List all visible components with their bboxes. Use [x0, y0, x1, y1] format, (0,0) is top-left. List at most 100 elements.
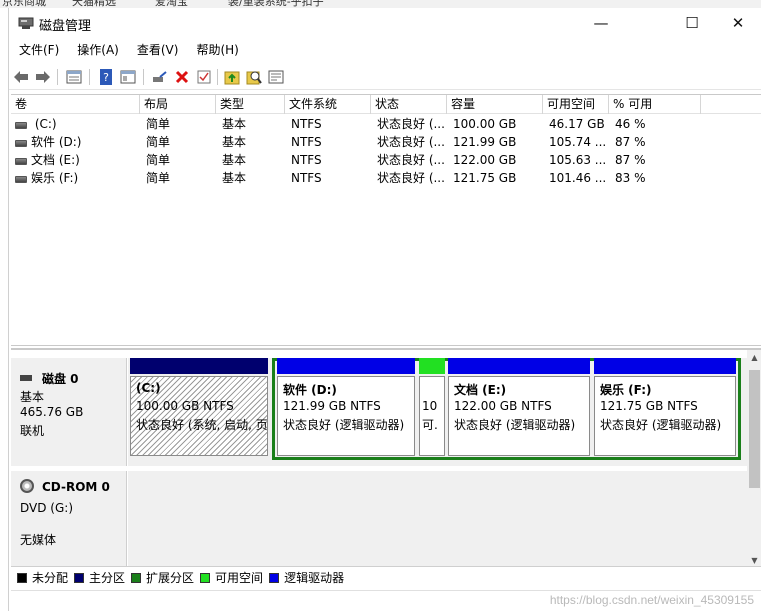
cdrom0-info[interactable]: CD-ROM 0 DVD (G:) 无媒体 — [11, 471, 127, 568]
connect-icon[interactable] — [151, 68, 169, 86]
volume-filesystem: NTFS — [291, 117, 322, 131]
disk-management-window: 磁盘管理 — ☐ ✕ 文件(F) 操作(A) 查看(V) 帮助(H) ? 卷 布… — [8, 8, 761, 611]
volume-free: 105.63 ... — [549, 153, 607, 167]
volume-filesystem: NTFS — [291, 135, 322, 149]
partition-size: 121.99 GB NTFS — [283, 399, 381, 413]
partition-free-space[interactable]: 10 可. — [419, 358, 445, 458]
volume-type: 基本 — [222, 171, 247, 185]
cdrom0-media: 无媒体 — [20, 533, 57, 547]
delete-icon[interactable] — [173, 68, 191, 86]
menu-file[interactable]: 文件(F) — [9, 40, 67, 60]
legend-swatch — [131, 572, 142, 583]
disk-map: 磁盘 0 基本 465.76 GB 联机 (C:) 100.00 GB NTFS… — [11, 348, 761, 568]
bookmark-tmall[interactable]: 天猫精选 — [72, 0, 116, 8]
list-view-icon[interactable] — [65, 68, 83, 86]
maximize-icon: ☐ — [685, 14, 699, 32]
volume-row[interactable]: 娱乐 (F:) 简单 基本 NTFS 状态良好 (... 121.75 GB 1… — [11, 169, 761, 187]
column-type[interactable]: 类型 — [216, 95, 285, 114]
close-button[interactable]: ✕ — [715, 8, 761, 38]
column-free-space[interactable]: 可用空间 — [543, 95, 609, 114]
title-bar[interactable]: 磁盘管理 — ☐ ✕ — [9, 8, 761, 38]
volume-capacity: 121.99 GB — [453, 135, 517, 149]
legend-swatch — [200, 572, 211, 583]
disk0-type: 基本 — [20, 390, 45, 404]
legend: 未分配 主分区 扩展分区 可用空间 逻辑驱动器 — [11, 566, 761, 588]
volume-type: 基本 — [222, 117, 247, 131]
volume-capacity: 121.75 GB — [453, 171, 517, 185]
volume-row[interactable]: (C:) 简单 基本 NTFS 状态良好 (... 100.00 GB 46.1… — [11, 115, 761, 133]
folder-up-icon[interactable] — [223, 68, 241, 86]
window-title: 磁盘管理 — [39, 19, 92, 34]
volume-filesystem: NTFS — [291, 153, 322, 167]
maximize-button[interactable]: ☐ — [669, 8, 715, 38]
volume-filesystem: NTFS — [291, 171, 322, 185]
partition-body: 10 可. — [419, 376, 445, 456]
partition-status: 状态良好 (系统, 启动, 页 — [136, 418, 268, 432]
menu-view[interactable]: 查看(V) — [127, 40, 187, 60]
volume-status: 状态良好 (... — [377, 153, 445, 167]
bookmark-aitaobao[interactable]: 爱淘宝 — [155, 0, 188, 8]
forward-icon[interactable] — [34, 68, 52, 86]
volume-type: 基本 — [222, 135, 247, 149]
disk0-info[interactable]: 磁盘 0 基本 465.76 GB 联机 — [11, 358, 127, 466]
minimize-button[interactable]: — — [578, 8, 624, 38]
volume-percent: 87 % — [615, 135, 646, 149]
check-icon[interactable] — [195, 68, 213, 86]
scrollbar-thumb[interactable] — [749, 370, 760, 488]
settings-icon[interactable] — [267, 68, 285, 86]
volume-free: 101.46 ... — [549, 171, 607, 185]
legend-unallocated: 未分配 — [17, 569, 68, 586]
partition-status: 状态良好 (逻辑驱动器) — [454, 418, 576, 432]
volume-name-cell: 软件 (D:) — [11, 133, 140, 151]
legend-swatch — [269, 572, 280, 583]
legend-logical: 逻辑驱动器 — [269, 569, 344, 586]
partition-label: 娱乐 (F:) — [600, 383, 652, 397]
volume-free: 46.17 GB — [549, 117, 605, 131]
toolbar-separator — [57, 69, 58, 85]
disk-map-scrollbar[interactable]: ▲ ▼ — [747, 350, 761, 568]
partition-bar — [277, 358, 415, 374]
menu-bar: 文件(F) 操作(A) 查看(V) 帮助(H) — [9, 40, 247, 60]
bookmark-jd[interactable]: 京东商城 — [2, 0, 46, 8]
column-percent-free[interactable]: % 可用 — [609, 95, 701, 114]
bookmark-reinstall[interactable]: 装/重装系统-乎扣子 — [228, 0, 324, 8]
menu-help[interactable]: 帮助(H) — [186, 40, 246, 60]
status-bar: https://blog.csdn.net/weixin_45309155 — [11, 590, 761, 611]
drive-icon — [15, 140, 27, 147]
column-capacity[interactable]: 容量 — [447, 95, 543, 114]
volume-layout: 简单 — [146, 171, 171, 185]
minimize-icon: — — [593, 14, 609, 32]
search-icon[interactable] — [245, 68, 263, 86]
volume-percent: 87 % — [615, 153, 646, 167]
scroll-up-icon[interactable]: ▲ — [747, 350, 761, 365]
properties-icon[interactable] — [119, 68, 137, 86]
partition-body: (C:) 100.00 GB NTFS 状态良好 (系统, 启动, 页 — [130, 376, 268, 456]
volume-name: 娱乐 (F:) — [31, 171, 79, 185]
partition-c[interactable]: (C:) 100.00 GB NTFS 状态良好 (系统, 启动, 页 — [130, 358, 268, 458]
back-icon[interactable] — [12, 68, 30, 86]
volume-list: 卷 布局 类型 文件系统 状态 容量 可用空间 % 可用 (C:) 简单 基本 … — [11, 94, 761, 346]
column-filesystem[interactable]: 文件系统 — [285, 95, 371, 114]
volume-type: 基本 — [222, 153, 247, 167]
volume-status: 状态良好 (... — [377, 135, 445, 149]
column-layout[interactable]: 布局 — [140, 95, 216, 114]
disk0-title: 磁盘 0 — [20, 370, 79, 387]
volume-row[interactable]: 软件 (D:) 简单 基本 NTFS 状态良好 (... 121.99 GB 1… — [11, 133, 761, 151]
disk-icon — [20, 375, 32, 381]
partition-d[interactable]: 软件 (D:) 121.99 GB NTFS 状态良好 (逻辑驱动器) — [277, 358, 415, 458]
volume-layout: 简单 — [146, 117, 171, 131]
column-volume[interactable]: 卷 — [11, 95, 140, 114]
partition-f[interactable]: 娱乐 (F:) 121.75 GB NTFS 状态良好 (逻辑驱动器) — [594, 358, 736, 458]
volume-name-cell: 文档 (E:) — [11, 151, 140, 169]
volume-name: 软件 (D:) — [31, 135, 82, 149]
legend-label: 未分配 — [32, 571, 69, 585]
legend-extended: 扩展分区 — [131, 569, 194, 586]
volume-row[interactable]: 文档 (E:) 简单 基本 NTFS 状态良好 (... 122.00 GB 1… — [11, 151, 761, 169]
help-icon[interactable]: ? — [97, 68, 115, 86]
volume-list-header: 卷 布局 类型 文件系统 状态 容量 可用空间 % 可用 — [11, 95, 761, 114]
menu-action[interactable]: 操作(A) — [67, 40, 127, 60]
partition-e[interactable]: 文档 (E:) 122.00 GB NTFS 状态良好 (逻辑驱动器) — [448, 358, 590, 458]
column-status[interactable]: 状态 — [371, 95, 447, 114]
partition-status: 可. — [422, 418, 438, 432]
cdrom0-area[interactable] — [128, 471, 747, 568]
